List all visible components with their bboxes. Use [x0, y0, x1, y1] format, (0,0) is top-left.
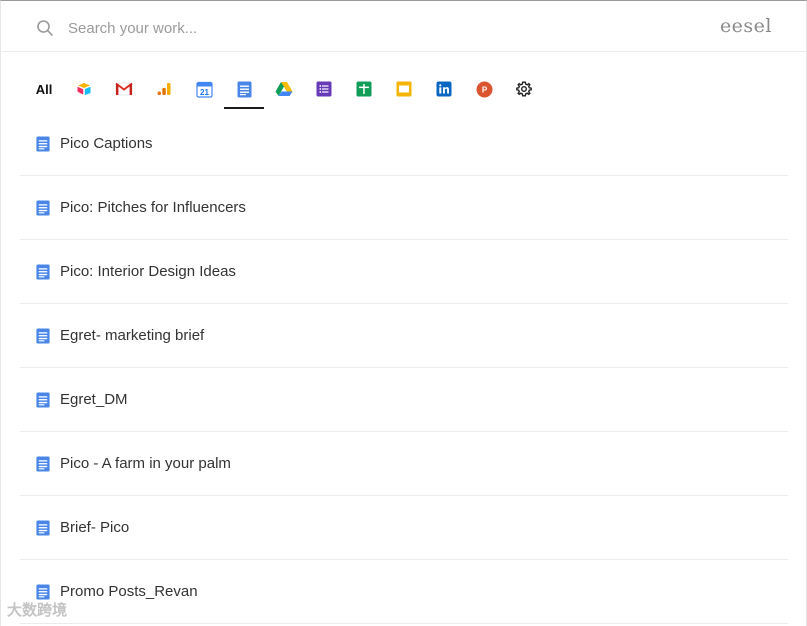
- result-title: Promo Posts_Revan: [60, 583, 198, 600]
- results-list: Pico Captions Pico: Pitches for Influence…: [20, 112, 788, 624]
- filter-google-drive[interactable]: [264, 69, 304, 109]
- producthunt-icon: P: [476, 81, 492, 97]
- filter-analytics[interactable]: [144, 69, 184, 109]
- google-forms-icon: [316, 81, 332, 97]
- google-docs-icon: [36, 200, 50, 216]
- result-title: Pico - A farm in your palm: [60, 455, 231, 472]
- filter-linkedin[interactable]: [424, 69, 464, 109]
- app-window: eesel All: [0, 0, 807, 626]
- filter-calendar[interactable]: 21: [184, 69, 224, 109]
- filter-airtable[interactable]: [64, 69, 104, 109]
- result-title: Pico: Interior Design Ideas: [60, 263, 236, 280]
- google-docs-icon: [36, 584, 50, 600]
- filter-google-slides[interactable]: [384, 69, 424, 109]
- search-bar: eesel: [2, 2, 806, 52]
- google-slides-icon: [396, 81, 412, 97]
- airtable-icon: [77, 83, 91, 96]
- google-drive-icon: [275, 82, 293, 96]
- result-item[interactable]: Pico Captions: [20, 112, 788, 176]
- result-item[interactable]: Promo Posts_Revan: [20, 560, 788, 624]
- filter-google-sheets[interactable]: [344, 69, 384, 109]
- calendar-icon: 21: [195, 81, 213, 98]
- filter-all[interactable]: All: [24, 69, 64, 109]
- gear-icon: [516, 81, 532, 97]
- watermark: 大数跨境: [7, 599, 67, 620]
- result-title: Brief- Pico: [60, 519, 130, 536]
- result-title: Pico Captions: [60, 135, 153, 152]
- source-filter-bar: All 21 P: [21, 69, 581, 109]
- google-sheets-icon: [356, 81, 372, 97]
- result-item[interactable]: Brief- Pico: [20, 496, 788, 560]
- svg-text:P: P: [481, 85, 487, 94]
- google-docs-icon: [36, 456, 50, 472]
- result-item[interactable]: Pico: Interior Design Ideas: [20, 240, 788, 304]
- result-item[interactable]: Egret_DM: [20, 368, 788, 432]
- filter-google-docs[interactable]: [224, 69, 264, 109]
- google-docs-icon: [36, 520, 50, 536]
- svg-text:21: 21: [200, 88, 209, 97]
- result-title: Pico: Pitches for Influencers: [60, 199, 246, 216]
- filter-gmail[interactable]: [104, 69, 144, 109]
- watermark-text: 大数跨境: [7, 602, 68, 619]
- google-docs-icon: [36, 264, 50, 280]
- result-item[interactable]: Egret- marketing brief: [20, 304, 788, 368]
- result-title: Egret_DM: [60, 391, 128, 408]
- search-icon: [37, 20, 53, 36]
- google-docs-icon: [237, 81, 251, 97]
- result-title: Egret- marketing brief: [60, 327, 205, 344]
- result-item[interactable]: Pico: Pitches for Influencers: [20, 176, 788, 240]
- google-docs-icon: [36, 328, 50, 344]
- brand-logo: eesel: [719, 15, 772, 37]
- analytics-icon: [157, 83, 171, 96]
- linkedin-icon: [436, 81, 452, 97]
- filter-producthunt[interactable]: P: [464, 69, 504, 109]
- filter-all-label: All: [35, 81, 53, 97]
- result-item[interactable]: Pico - A farm in your palm: [20, 432, 788, 496]
- search-input[interactable]: [68, 15, 628, 41]
- gmail-icon: [115, 82, 133, 96]
- filter-google-forms[interactable]: [304, 69, 344, 109]
- filter-settings[interactable]: [504, 69, 544, 109]
- google-docs-icon: [36, 136, 50, 152]
- google-docs-icon: [36, 392, 50, 408]
